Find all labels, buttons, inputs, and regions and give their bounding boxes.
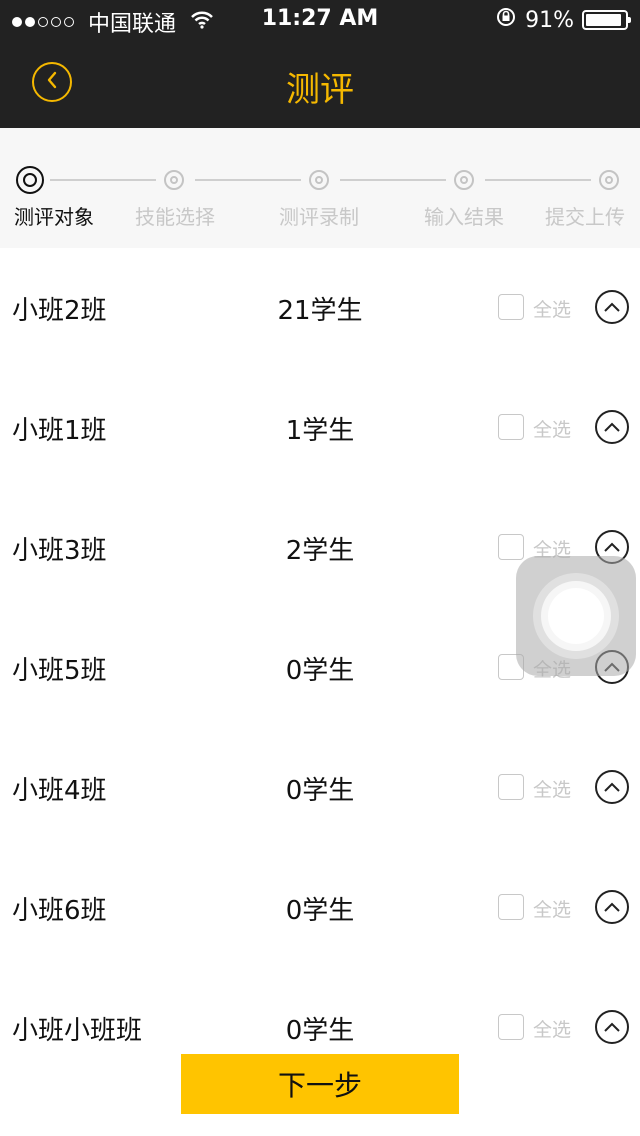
student-count: 1学生 [285,416,355,446]
student-count: 0学生 [285,656,355,686]
status-bar: 中国联通 11:27 AM 91% [0,0,640,40]
nav-bar: 测评 [0,40,640,128]
class-row: 小班4班 0学生 全选 [0,728,640,848]
page-title: 测评 [286,70,354,110]
step-4-label: 输入结果 [424,205,504,229]
chevron-up-icon [604,302,620,312]
class-row: 小班6班 0学生 全选 [0,848,640,968]
step-2-label: 技能选择 [135,205,215,229]
step-progress: 测评对象 技能选择 测评录制 输入结果 提交上传 [0,128,640,248]
select-all-label[interactable]: 全选 [533,775,571,802]
class-row: 小班2班 21学生 全选 [0,248,640,368]
chevron-up-icon [604,902,620,912]
select-all-label[interactable]: 全选 [533,295,571,322]
expand-toggle-button[interactable] [595,1010,629,1044]
chevron-up-icon [604,422,620,432]
class-name: 小班小班班 [12,1016,143,1046]
step-1-node [16,166,44,194]
select-all-checkbox[interactable] [498,294,524,320]
class-row: 小班1班 1学生 全选 [0,368,640,488]
student-count: 21学生 [277,296,363,326]
step-connector [485,179,591,181]
class-name: 小班5班 [12,656,107,686]
step-connector [195,179,301,181]
rotation-lock-icon [495,6,517,34]
step-4-node [454,170,474,190]
assistive-touch-button[interactable] [516,556,636,676]
step-1-label: 测评对象 [14,205,94,229]
expand-toggle-button[interactable] [595,890,629,924]
select-all-label[interactable]: 全选 [533,895,571,922]
step-3-label: 测评录制 [279,205,359,229]
select-all-checkbox[interactable] [498,774,524,800]
select-all-label[interactable]: 全选 [533,415,571,442]
battery-percent: 91% [525,7,574,33]
step-2-node [164,170,184,190]
chevron-up-icon [604,542,620,552]
expand-toggle-button[interactable] [595,290,629,324]
expand-toggle-button[interactable] [595,410,629,444]
battery-icon [582,10,631,30]
step-5-node [599,170,619,190]
chevron-up-icon [604,782,620,792]
select-all-checkbox[interactable] [498,1014,524,1040]
select-all-checkbox[interactable] [498,534,524,560]
step-connector [340,179,446,181]
chevron-up-icon [604,1022,620,1032]
class-name: 小班1班 [12,416,107,446]
student-count: 2学生 [285,536,355,566]
top-bar: 中国联通 11:27 AM 91% 测评 [0,0,640,128]
select-all-label[interactable]: 全选 [533,1015,571,1042]
student-count: 0学生 [285,1016,355,1046]
student-count: 0学生 [285,896,355,926]
class-name: 小班6班 [12,896,107,926]
class-name: 小班4班 [12,776,107,806]
expand-toggle-button[interactable] [595,770,629,804]
class-name: 小班2班 [12,296,107,326]
step-5-label: 提交上传 [545,205,625,229]
assistive-touch-icon [548,588,604,644]
step-connector [50,179,156,181]
select-all-checkbox[interactable] [498,894,524,920]
class-name: 小班3班 [12,536,107,566]
student-count: 0学生 [285,776,355,806]
step-3-node [309,170,329,190]
select-all-checkbox[interactable] [498,414,524,440]
next-step-button[interactable]: 下一步 [181,1054,459,1114]
